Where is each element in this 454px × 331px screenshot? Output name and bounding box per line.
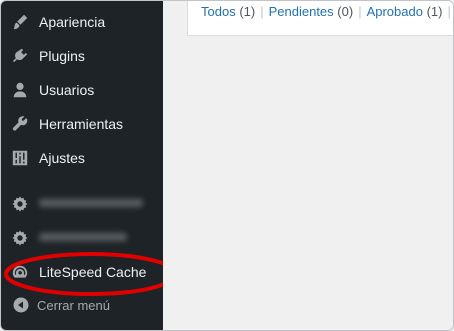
wrench-icon bbox=[10, 114, 30, 134]
admin-sidebar: Apariencia Plugins Usuarios Herramientas bbox=[1, 1, 163, 330]
collapse-arrow-icon bbox=[13, 297, 29, 313]
paintbrush-icon bbox=[10, 12, 30, 32]
sidebar-item-blurred-2[interactable] bbox=[1, 221, 163, 255]
collapse-menu-label: Cerrar menú bbox=[37, 297, 110, 313]
filter-separator: | bbox=[358, 4, 362, 19]
sidebar-item-blurred-1[interactable] bbox=[1, 187, 163, 221]
collapse-menu-button[interactable]: Cerrar menú bbox=[1, 291, 163, 319]
sidebar-item-ajustes[interactable]: Ajustes bbox=[1, 141, 163, 175]
sidebar-item-label: LiteSpeed Cache bbox=[39, 264, 147, 280]
filter-count: (1) bbox=[239, 4, 256, 19]
filter-link-aprobado[interactable]: Aprobado (1) bbox=[367, 4, 443, 19]
sidebar-item-label: Apariencia bbox=[39, 14, 106, 30]
filter-link-todos[interactable]: Todos (1) bbox=[201, 4, 255, 19]
main-content: Todos (1) | Pendientes (0) | Aprobado (1) | bbox=[163, 1, 453, 330]
screenshot-frame: Apariencia Plugins Usuarios Herramientas bbox=[0, 0, 454, 331]
blurred-menu-label bbox=[39, 196, 143, 212]
blurred-menu-label bbox=[39, 230, 127, 246]
sidebar-item-usuarios[interactable]: Usuarios bbox=[1, 73, 163, 107]
status-filters: Todos (1) | Pendientes (0) | Aprobado (1) | bbox=[201, 4, 453, 19]
sidebar-item-litespeed-cache[interactable]: LiteSpeed Cache bbox=[1, 255, 163, 289]
sidebar-item-label: Plugins bbox=[39, 48, 85, 64]
filter-link-pendientes[interactable]: Pendientes (0) bbox=[269, 4, 354, 19]
gear-icon bbox=[10, 228, 30, 248]
settings-sliders-icon bbox=[10, 148, 30, 168]
sidebar-item-herramientas[interactable]: Herramientas bbox=[1, 107, 163, 141]
gauge-icon bbox=[10, 262, 30, 282]
filter-separator: | bbox=[447, 4, 451, 19]
sidebar-item-label: Usuarios bbox=[39, 82, 95, 98]
sidebar-item-label: Herramientas bbox=[39, 116, 124, 132]
sidebar-item-apariencia[interactable]: Apariencia bbox=[1, 5, 163, 39]
filter-separator: | bbox=[260, 4, 264, 19]
filter-count: (0) bbox=[337, 4, 354, 19]
user-icon bbox=[10, 80, 30, 100]
filter-count: (1) bbox=[426, 4, 443, 19]
sidebar-item-plugins[interactable]: Plugins bbox=[1, 39, 163, 73]
gear-icon bbox=[10, 194, 30, 214]
sidebar-item-label: Ajustes bbox=[39, 150, 85, 166]
filter-panel: Todos (1) | Pendientes (0) | Aprobado (1) | bbox=[187, 1, 453, 36]
plug-icon bbox=[10, 46, 30, 66]
